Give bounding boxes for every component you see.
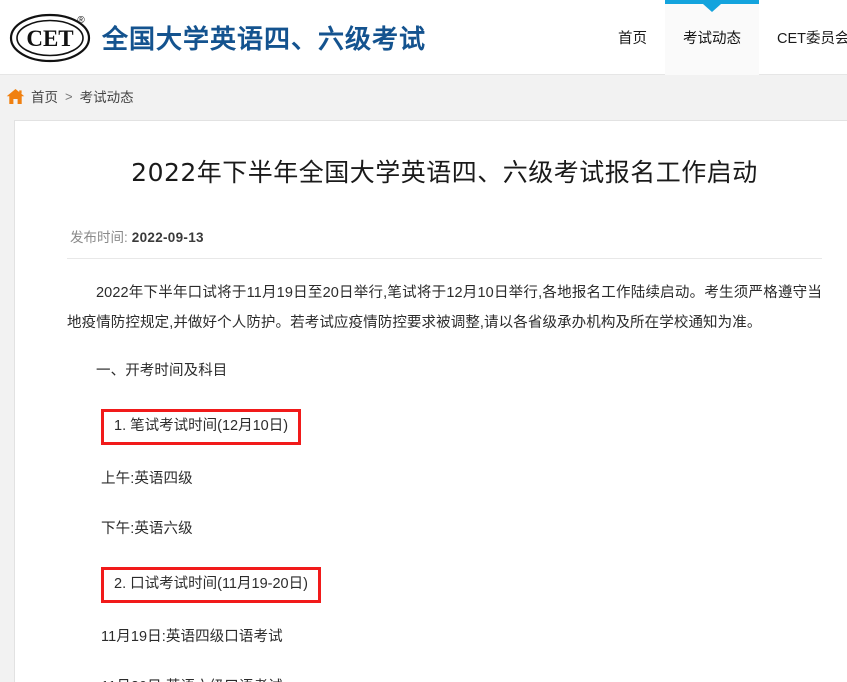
brand-block[interactable]: CET ® 全国大学英语四、六级考试 [8,9,426,65]
nav-item-cet-committee[interactable]: CET委员会 [759,0,847,75]
article-body: 2022年下半年口试将于11月19日至20日举行,笔试将于12月10日举行,各地… [67,279,822,682]
cet-logo[interactable]: CET ® [8,9,96,65]
section-heading-1: 一、开考时间及科目 [96,363,228,380]
breadcrumb-current[interactable]: 考试动态 [80,86,134,106]
nav-item-home[interactable]: 首页 [600,0,665,75]
publish-time-label: 发布时间: [70,230,128,245]
publish-meta: 发布时间: 2022-09-13 [67,226,822,259]
home-icon [6,88,25,104]
registered-trademark-icon: ® [77,15,85,26]
site-header: CET ® 全国大学英语四、六级考试 首页 考试动态 CET委员会 考 [0,0,847,75]
publish-time-value: 2022-09-13 [131,230,204,245]
main-navigation: 首页 考试动态 CET委员会 考 [600,0,847,75]
site-title: 全国大学英语四、六级考试 [102,24,427,55]
breadcrumb: 首页 > 考试动态 [0,75,847,117]
highlight-box-written-exam: 1. 笔试考试时间(12月10日) [101,409,302,445]
page-title: 2022年下半年全国大学英语四、六级考试报名工作启动 [131,158,758,187]
written-exam-afternoon: 下午:英语六级 [101,520,193,537]
intro-paragraph: 2022年下半年口试将于11月19日至20日举行,笔试将于12月10日举行,各地… [67,285,822,331]
oral-exam-nov19: 11月19日:英语四级口语考试 [101,629,283,646]
nav-item-exam-news[interactable]: 考试动态 [665,0,759,75]
cet-logo-text: CET [26,26,73,51]
breadcrumb-home[interactable]: 首页 [31,86,58,106]
highlight-box-oral-exam: 2. 口试考试时间(11月19-20日) [101,567,321,604]
breadcrumb-separator: > [65,88,73,104]
article-card: 2022年下半年全国大学英语四、六级考试报名工作启动 发布时间: 2022-09-… [14,120,847,682]
written-exam-morning: 上午:英语四级 [101,471,193,487]
oral-exam-nov20: 11月20日:英语六级口语考试 [101,663,822,682]
